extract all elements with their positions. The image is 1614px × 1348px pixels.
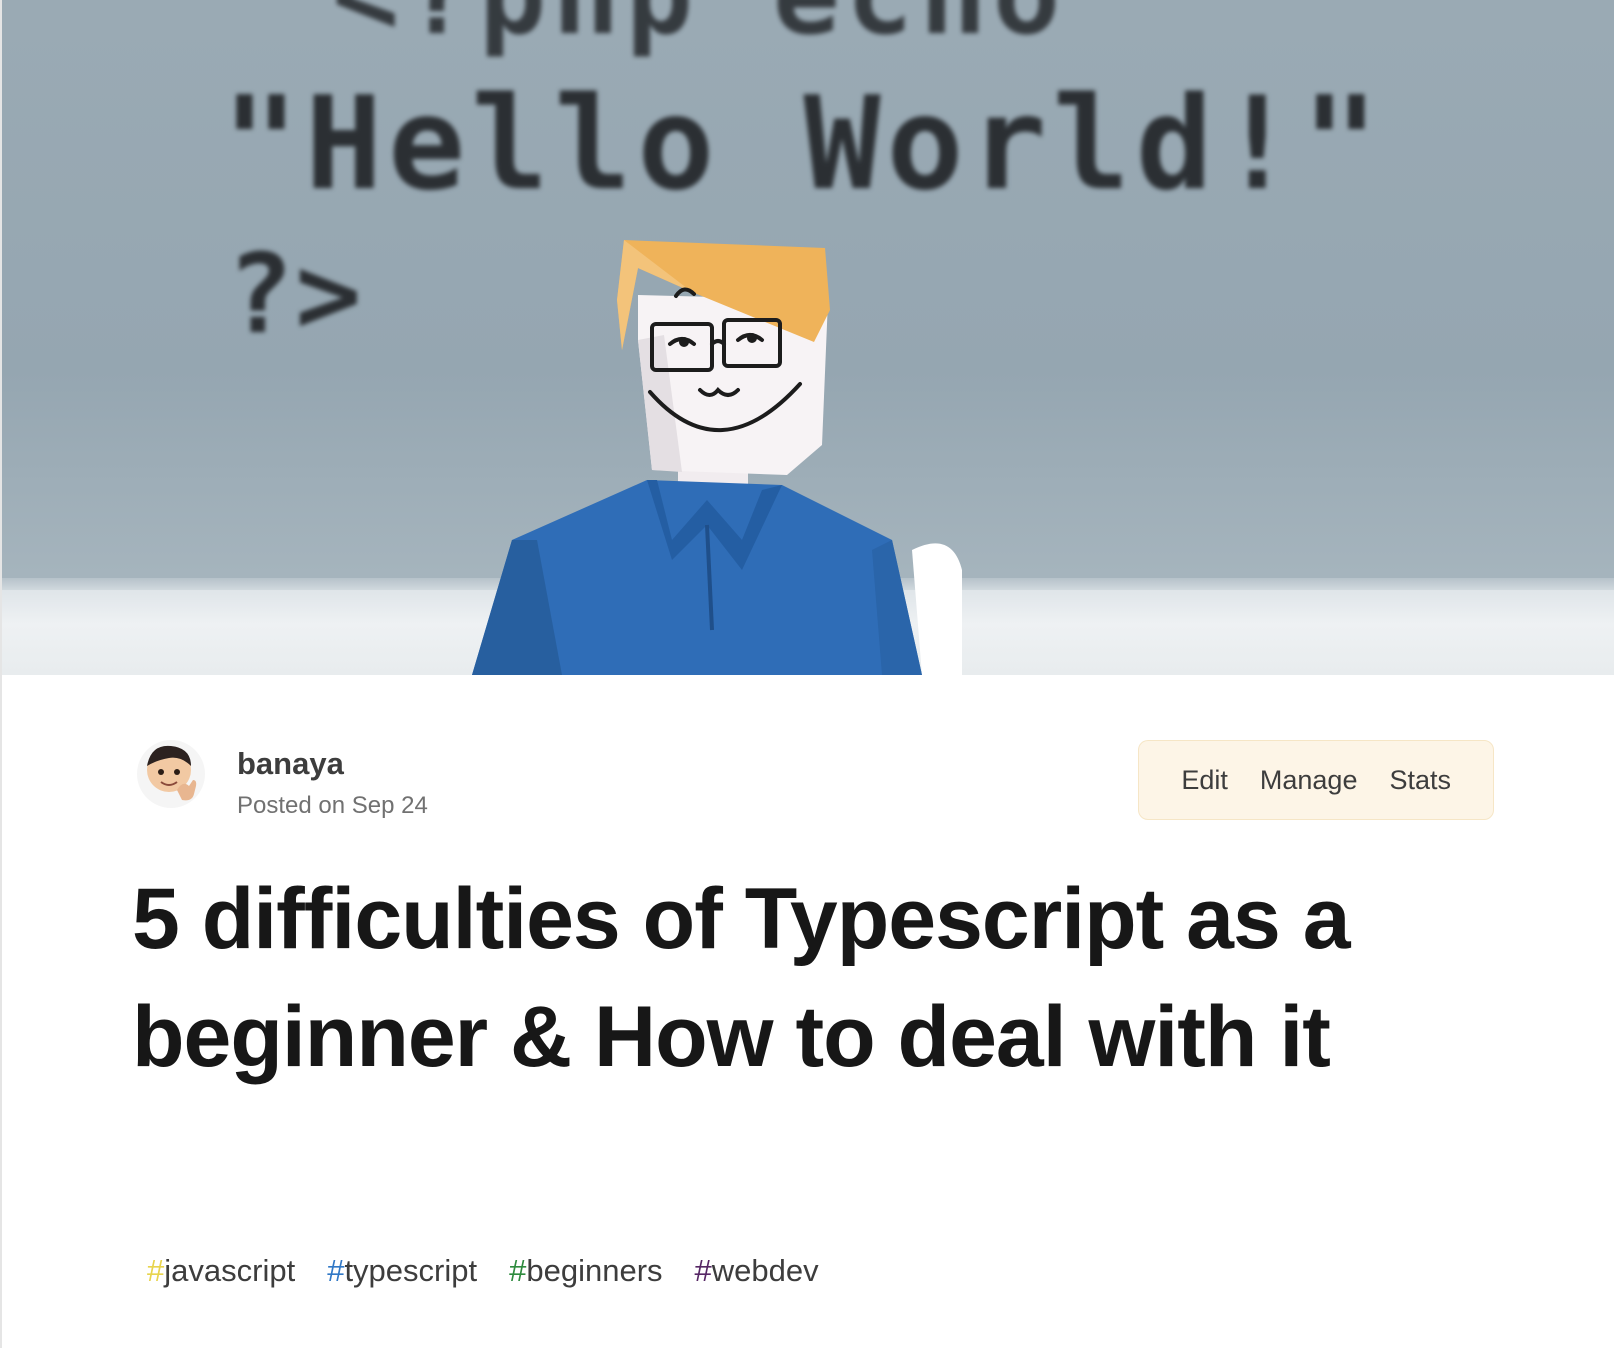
tag-hash: # — [694, 1253, 712, 1288]
cover-code-line: ?> — [227, 230, 364, 358]
post-date: Posted on Sep 24 — [237, 792, 428, 819]
stats-button[interactable]: Stats — [1373, 765, 1467, 796]
article-title: 5 difficulties of Typescript as a beginn… — [132, 871, 1351, 1085]
tag-list: #javascript #typescript #beginners #webd… — [147, 1253, 819, 1289]
cover-image: <?php echo "Hello World!" ?> — [2, 0, 1614, 675]
author-actions: Edit Manage Stats — [1138, 740, 1494, 820]
tag-webdev[interactable]: #webdev — [695, 1253, 819, 1289]
tag-hash: # — [147, 1253, 165, 1288]
cover-code-line: <?php echo — [332, 0, 1066, 60]
cover-code-line: "Hello World!" — [222, 70, 1385, 219]
author-name[interactable]: banaya — [237, 746, 344, 782]
tag-hash: # — [509, 1253, 527, 1288]
tag-label: javascript — [164, 1253, 296, 1288]
manage-button[interactable]: Manage — [1244, 765, 1374, 796]
avatar[interactable] — [137, 740, 205, 808]
avatar-memoji-icon — [147, 745, 197, 801]
article-card: <?php echo "Hello World!" ?> — [0, 0, 1614, 1348]
tag-beginners[interactable]: #beginners — [509, 1253, 662, 1289]
edit-button[interactable]: Edit — [1165, 765, 1244, 796]
tag-label: beginners — [526, 1253, 663, 1288]
tag-label: typescript — [344, 1253, 478, 1288]
tag-typescript[interactable]: #typescript — [327, 1253, 477, 1289]
tag-hash: # — [327, 1253, 345, 1288]
tag-label: webdev — [711, 1253, 819, 1288]
post-header: banaya Posted on Sep 24 Edit Manage Stat… — [137, 740, 1494, 830]
tag-javascript[interactable]: #javascript — [147, 1253, 295, 1289]
paper-figure-illustration — [472, 240, 962, 675]
